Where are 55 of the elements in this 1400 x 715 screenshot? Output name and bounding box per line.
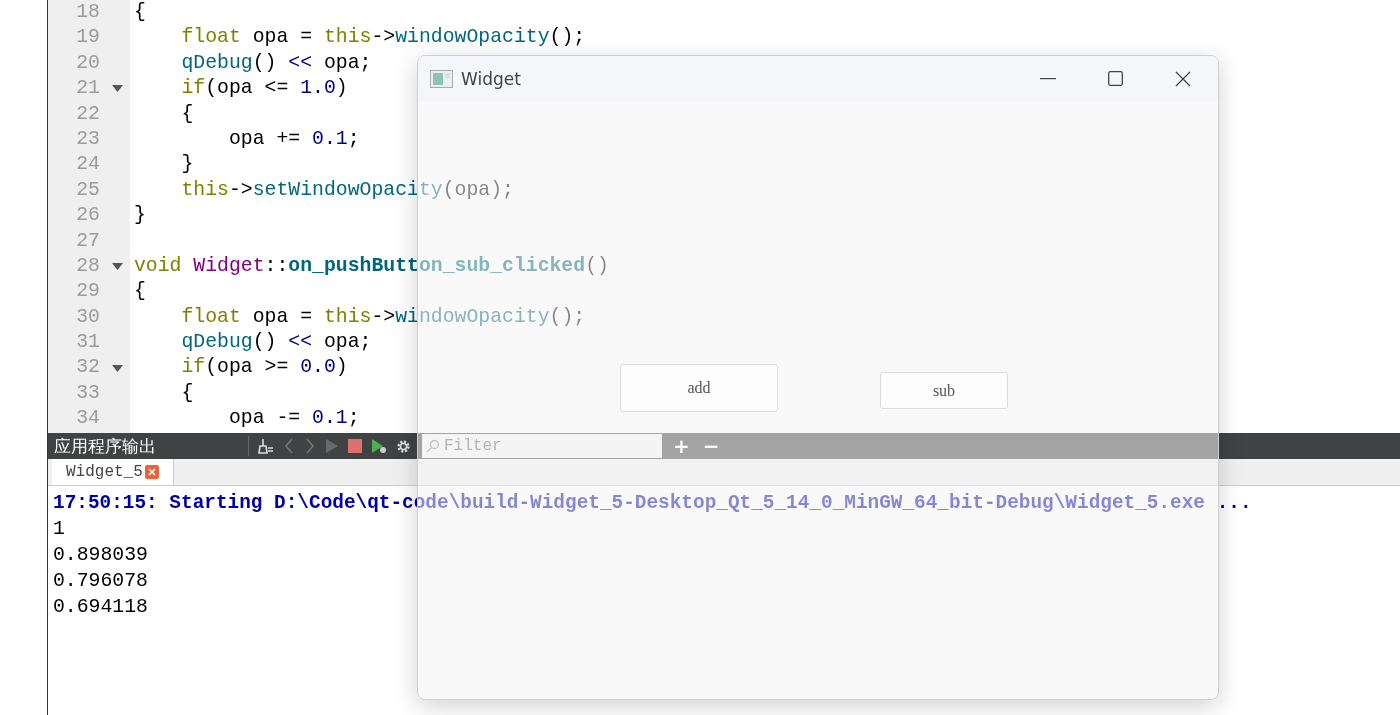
push-button[interactable]: sub: [880, 372, 1008, 409]
search-icon: [426, 439, 440, 453]
app-icon: [430, 69, 453, 88]
line-number: 26: [75, 203, 100, 229]
code-line: float opa = this->windowOpacity();: [180, 25, 586, 51]
code-line: }: [134, 203, 146, 229]
minimize-icon[interactable]: [1040, 77, 1056, 80]
close-icon[interactable]: [1175, 70, 1191, 87]
broom-icon[interactable]: [258, 438, 274, 454]
line-number: 21: [75, 76, 100, 102]
output-line: 0.796078: [53, 569, 149, 594]
code-line: }: [180, 152, 194, 178]
code-line: this->setWindowOpacity(opa);: [180, 177, 514, 203]
line-number: 18: [75, 0, 100, 25]
pane-title: 应用程序输出: [53, 434, 157, 458]
maximize-icon[interactable]: [1108, 71, 1123, 86]
line-number: 31: [75, 330, 100, 356]
line-number: 29: [75, 279, 100, 305]
code-line: {: [134, 279, 146, 305]
code-line: opa -= 0.1;: [227, 406, 360, 432]
line-number: 23: [75, 126, 100, 152]
line-number: 32: [75, 355, 100, 381]
line-number: 25: [75, 177, 100, 203]
code-line: {: [134, 0, 146, 25]
code-line: if(opa <= 1.0): [180, 76, 348, 102]
output-line: 17:50:15: Starting D:\Code\qt-code\build-Widget_5-Desktop_Qt_5_14_0_MinGW_64_bit-Debug\Widget_5.exe ...: [53, 491, 1253, 516]
filter-field[interactable]: Filter: [422, 434, 662, 458]
window-title: Widget: [461, 68, 521, 89]
settings-icon[interactable]: [396, 438, 411, 454]
run-debug-icon[interactable]: [371, 438, 387, 454]
output-line: 1: [53, 517, 66, 542]
code-line: qDebug() << opa;: [180, 330, 372, 356]
line-number: 33: [75, 380, 100, 406]
line-number: 28: [75, 253, 100, 279]
line-number: 24: [75, 152, 100, 178]
code-line: {: [180, 101, 194, 127]
line-number: 30: [75, 304, 100, 330]
fold-arrow-icon[interactable]: [111, 364, 123, 372]
output-line: 0.694118: [53, 595, 149, 620]
line-number: 34: [75, 406, 100, 432]
code-line: {: [180, 380, 194, 406]
line-number: 27: [75, 228, 100, 254]
code-line: if(opa >= 0.0): [180, 355, 348, 381]
fold-arrow-icon[interactable]: [111, 85, 123, 93]
fold-arrow-icon[interactable]: [111, 263, 123, 271]
code-line: opa += 0.1;: [227, 126, 360, 152]
line-number: 19: [75, 25, 100, 51]
code-line: qDebug() << opa;: [180, 50, 372, 76]
line-number: 22: [75, 101, 100, 127]
output-tab[interactable]: Widget_5: [52, 459, 174, 485]
code-line: void Widget::on_pushButton_sub_clicked(): [134, 253, 609, 279]
code-line: float opa = this->windowOpacity();: [180, 304, 586, 330]
push-button[interactable]: add: [620, 364, 778, 412]
line-number: 20: [75, 50, 100, 76]
output-line: 0.898039: [53, 543, 149, 568]
